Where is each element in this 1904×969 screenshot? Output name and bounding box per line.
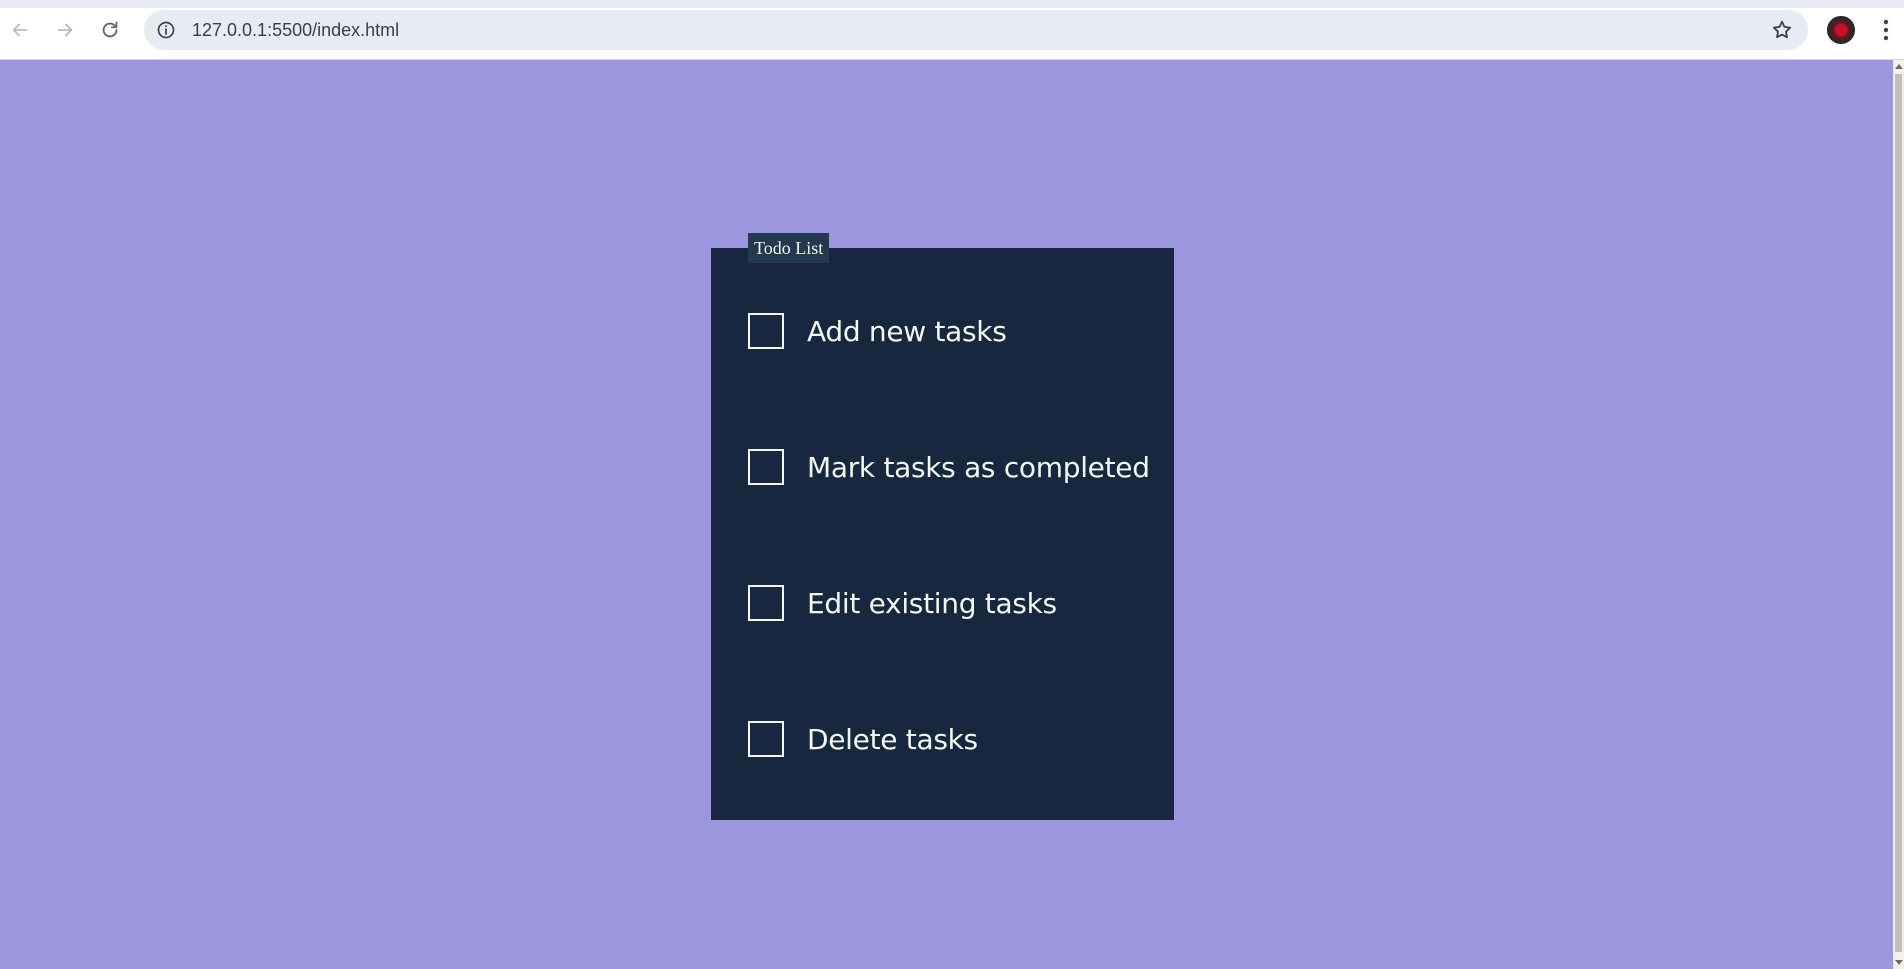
browser-menu-button[interactable] [1874,14,1898,46]
forward-arrow-icon [57,23,73,37]
forward-button[interactable] [49,14,81,46]
reload-icon [102,21,118,38]
page-viewport: Todo List Add new tasks Mark tasks as co… [0,60,1904,969]
task-checkbox[interactable] [748,585,784,621]
todo-list-title: Todo List [748,233,830,263]
task-item-add-new-tasks[interactable]: Add new tasks [748,313,1007,349]
reload-button[interactable] [94,14,126,46]
back-button[interactable] [4,14,36,46]
task-label: Edit existing tasks [807,586,1057,620]
profile-avatar[interactable] [1827,16,1855,44]
scroll-down-arrow-icon[interactable] [1895,960,1903,965]
site-info-button[interactable] [154,18,178,42]
kebab-menu-icon [1883,19,1889,41]
info-icon [157,21,175,39]
bookmark-button[interactable] [1770,18,1794,42]
url-text[interactable]: 127.0.0.1:5500/index.html [192,20,399,41]
browser-toolbar: 127.0.0.1:5500/index.html [0,0,1904,60]
back-arrow-icon [12,23,28,37]
task-label: Add new tasks [807,314,1007,348]
address-bar[interactable]: 127.0.0.1:5500/index.html [144,10,1808,50]
scroll-up-arrow-icon[interactable] [1895,64,1903,69]
task-label: Mark tasks as completed [807,450,1150,484]
scrollbar-thumb[interactable] [1895,74,1902,952]
task-item-delete-tasks[interactable]: Delete tasks [748,721,978,757]
star-icon [1773,20,1791,39]
page-scrollbar[interactable] [1893,60,1904,969]
tab-strip [0,0,1904,8]
task-checkbox[interactable] [748,449,784,485]
task-item-mark-completed[interactable]: Mark tasks as completed [748,449,1150,485]
task-checkbox[interactable] [748,313,784,349]
task-item-edit-existing[interactable]: Edit existing tasks [748,585,1057,621]
task-label: Delete tasks [807,722,978,756]
task-checkbox[interactable] [748,721,784,757]
